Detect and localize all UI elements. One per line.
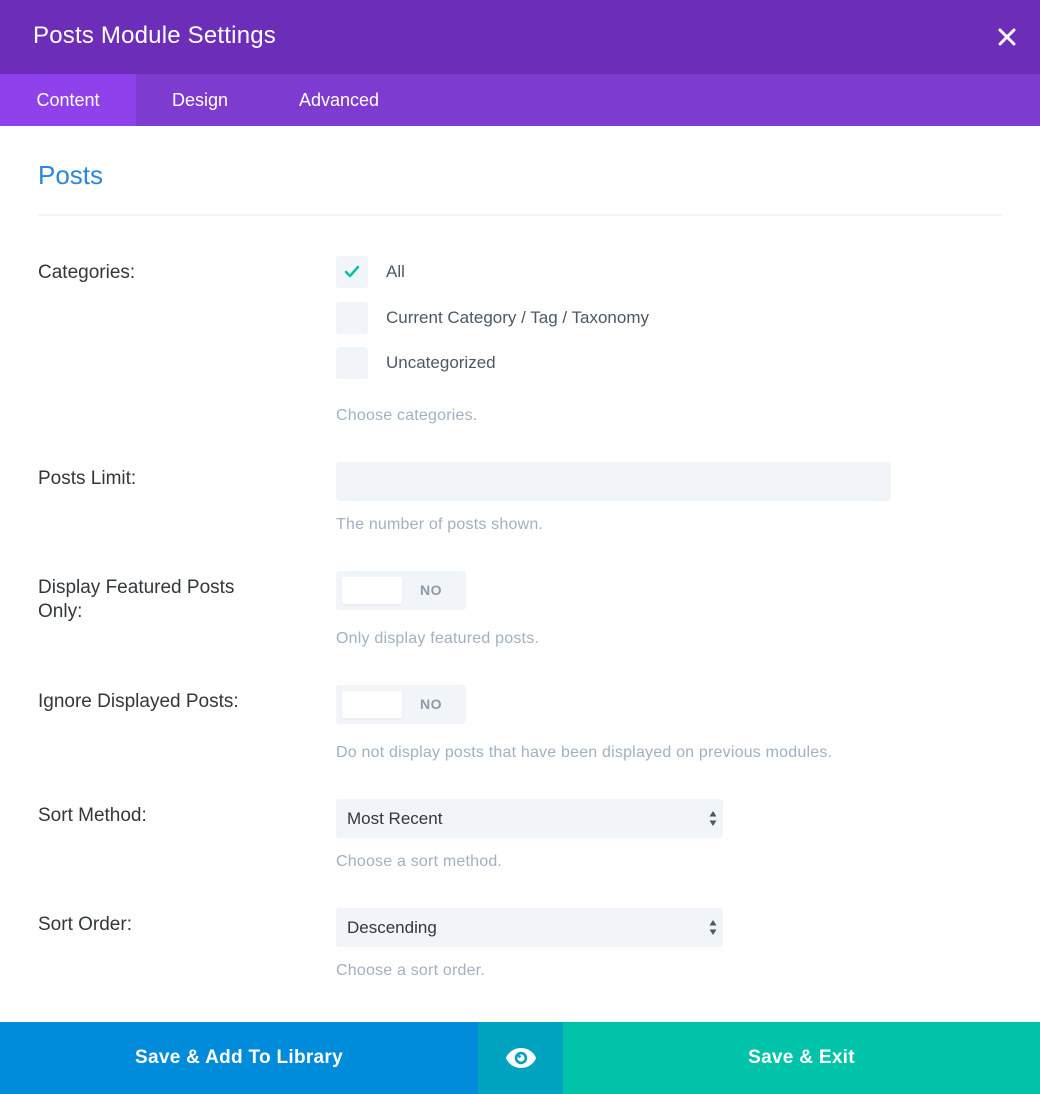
eye-icon xyxy=(505,1048,536,1068)
toggle-knob xyxy=(342,577,402,604)
select-arrows-icon xyxy=(709,920,717,935)
section-divider xyxy=(38,214,1003,216)
featured-only-label: Display Featured Posts Only: xyxy=(38,577,235,622)
tab-advanced[interactable]: Advanced xyxy=(264,74,414,126)
section-title[interactable]: Posts xyxy=(38,160,103,191)
sort-order-description: Choose a sort order. xyxy=(336,962,485,979)
sort-method-select[interactable]: Most Recent xyxy=(336,799,723,838)
checkbox[interactable] xyxy=(336,302,368,334)
category-option-label: All xyxy=(386,262,405,281)
category-option-label: Uncategorized xyxy=(386,353,496,372)
save-add-to-library-button[interactable]: Save & Add To Library xyxy=(0,1022,478,1094)
sort-order-label: Sort Order: xyxy=(38,914,132,935)
category-option-uncategorized[interactable]: Uncategorized xyxy=(336,347,496,379)
save-exit-button[interactable]: Save & Exit xyxy=(563,1022,1040,1094)
sort-method-label: Sort Method: xyxy=(38,805,147,826)
toggle-state: NO xyxy=(420,696,442,712)
select-value: Most Recent xyxy=(347,809,443,828)
tab-content[interactable]: Content xyxy=(0,74,136,126)
select-arrows-icon xyxy=(709,811,717,826)
sort-order-select[interactable]: Descending xyxy=(336,908,723,947)
sort-method-description: Choose a sort method. xyxy=(336,853,503,870)
toggle-state: NO xyxy=(420,582,442,598)
close-button[interactable] xyxy=(990,20,1024,54)
categories-label: Categories: xyxy=(38,262,136,283)
category-option-current[interactable]: Current Category / Tag / Taxonomy xyxy=(336,302,649,334)
select-value: Descending xyxy=(347,918,437,937)
toggle-knob xyxy=(342,691,402,718)
category-option-label: Current Category / Tag / Taxonomy xyxy=(386,308,650,327)
preview-button[interactable] xyxy=(478,1022,563,1094)
tab-bar: Content Design Advanced xyxy=(0,74,1040,126)
check-icon xyxy=(344,265,360,278)
tab-design[interactable]: Design xyxy=(136,74,264,126)
featured-only-description: Only display featured posts. xyxy=(336,630,540,647)
posts-limit-description: The number of posts shown. xyxy=(336,516,544,533)
modal-title: Posts Module Settings xyxy=(33,22,276,49)
close-icon xyxy=(998,28,1016,46)
posts-limit-input[interactable] xyxy=(336,462,891,501)
ignore-displayed-toggle[interactable]: NO xyxy=(336,685,466,724)
ignore-displayed-description: Do not display posts that have been disp… xyxy=(336,744,833,761)
modal-footer: Save & Add To Library Save & Exit xyxy=(0,1022,1040,1094)
modal-header: Posts Module Settings xyxy=(0,0,1040,74)
category-option-all[interactable]: All xyxy=(336,256,405,288)
ignore-displayed-label: Ignore Displayed Posts: xyxy=(38,691,239,712)
posts-limit-label: Posts Limit: xyxy=(38,468,137,489)
checkbox-checked[interactable] xyxy=(336,256,368,288)
categories-description: Choose categories. xyxy=(336,407,478,424)
checkbox[interactable] xyxy=(336,347,368,379)
featured-only-toggle[interactable]: NO xyxy=(336,571,466,610)
